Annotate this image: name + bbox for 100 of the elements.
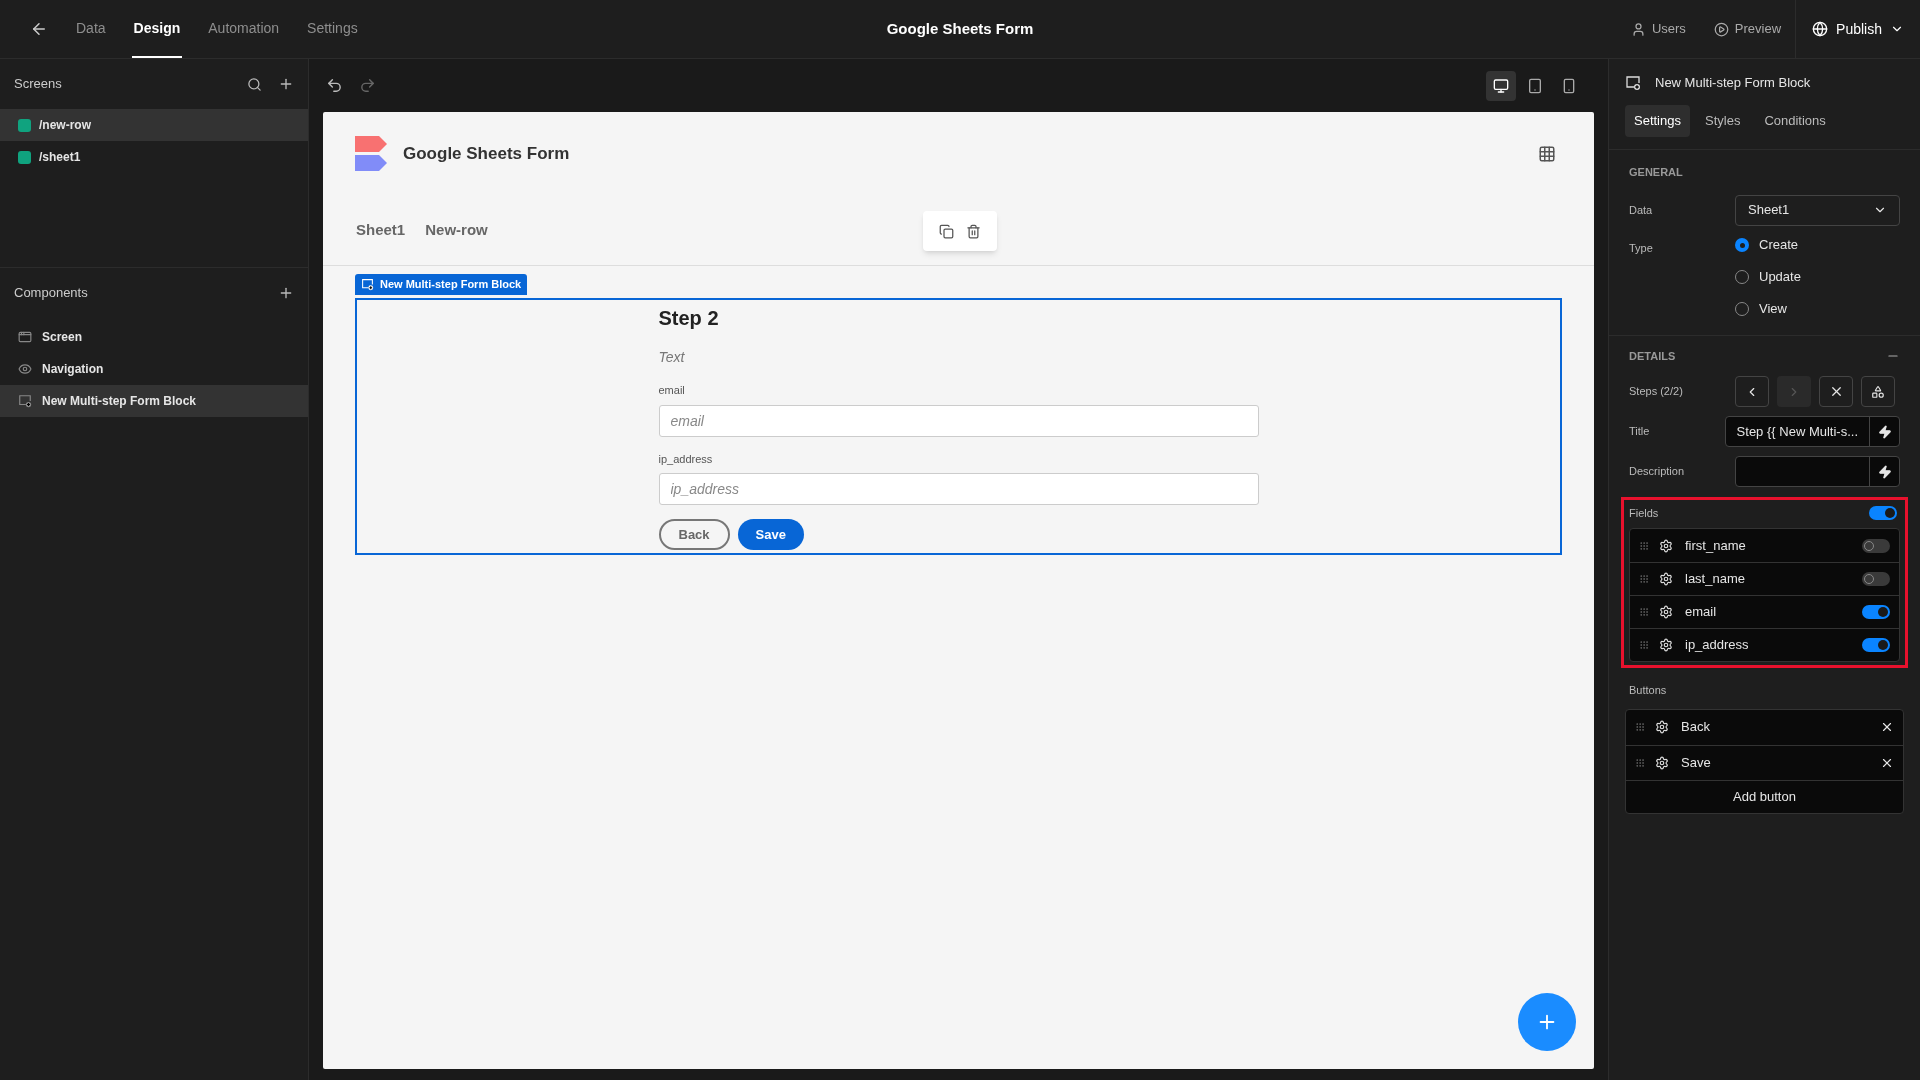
trash-icon[interactable] [966, 223, 981, 239]
toggle-switch[interactable] [1862, 572, 1890, 586]
field-row[interactable]: last_name [1630, 562, 1899, 595]
field-label: Fields [1629, 505, 1659, 521]
form-block-icon [18, 394, 32, 408]
radio-button[interactable] [1735, 238, 1749, 252]
gear-icon[interactable] [1659, 638, 1673, 652]
button-name: Back [1681, 718, 1710, 737]
panel-title: New Multi-step Form Block [1655, 74, 1811, 93]
section-title: Screens [14, 75, 62, 94]
drag-handle-icon[interactable] [1635, 756, 1645, 769]
data-select[interactable]: Sheet1 [1735, 194, 1900, 226]
toggle-switch[interactable] [1862, 605, 1890, 619]
toggle-switch[interactable] [1862, 638, 1890, 652]
undo-icon[interactable] [326, 77, 343, 94]
drag-handle-icon[interactable] [1639, 539, 1649, 552]
play-icon [1713, 21, 1729, 37]
field-label: Buttons [1629, 683, 1668, 698]
field-label: Type [1629, 240, 1654, 256]
section-title: Components [14, 283, 88, 302]
section-heading: DETAILS [1629, 348, 1676, 364]
window-icon [18, 330, 32, 344]
field-name: first_name [1685, 536, 1746, 555]
component-item[interactable]: New Multi-step Form Block [0, 385, 308, 417]
nav-tab[interactable]: Data [74, 0, 108, 58]
nav-tab[interactable]: Automation [206, 0, 282, 58]
screen-marker-icon [18, 118, 31, 132]
nav-tab[interactable]: Settings [305, 0, 360, 58]
form-block[interactable]: Step 2 Text email email ip_address ip_address Back Save [355, 298, 1562, 555]
button-row[interactable]: Save [1626, 744, 1903, 780]
preview-button[interactable]: Preview [1699, 19, 1796, 39]
shapes-icon [1871, 384, 1885, 399]
remove-step-button[interactable] [1819, 376, 1853, 407]
close-icon[interactable] [1880, 720, 1894, 734]
add-icon[interactable] [278, 76, 294, 92]
search-icon[interactable] [247, 76, 262, 92]
back-button[interactable]: Back [658, 519, 730, 550]
nav-link[interactable]: Sheet1 [356, 219, 406, 242]
button-name: Save [1681, 753, 1711, 772]
form-block-icon [1625, 75, 1641, 91]
gear-icon[interactable] [1655, 720, 1669, 734]
form-block-icon [361, 278, 374, 291]
field-row[interactable]: email [1630, 595, 1899, 628]
radio-option[interactable]: View [1735, 297, 1801, 321]
field-row[interactable]: first_name [1630, 529, 1899, 562]
redo-icon[interactable] [359, 77, 376, 94]
user-icon [1630, 21, 1646, 37]
gear-icon[interactable] [1659, 605, 1673, 619]
panel-tab[interactable]: Settings [1625, 105, 1690, 137]
duplicate-icon[interactable] [939, 223, 954, 239]
add-step-button[interactable] [1861, 376, 1895, 407]
gear-icon[interactable] [1655, 755, 1669, 770]
field-row[interactable]: ip_address [1630, 628, 1899, 661]
field-label: Steps (2/2) [1629, 384, 1684, 400]
radio-option[interactable]: Create [1735, 233, 1801, 257]
tablet-icon [1527, 77, 1543, 94]
apps-grid-icon[interactable] [1538, 145, 1556, 163]
component-item[interactable]: Navigation [0, 353, 308, 385]
radio-option[interactable]: Update [1735, 265, 1801, 289]
route-item[interactable]: /sheet1 [0, 141, 308, 173]
text-input[interactable]: ip_address [658, 473, 1259, 505]
field-label: ip_address [658, 451, 714, 467]
drag-handle-icon[interactable] [1639, 606, 1649, 618]
field-label: Title [1629, 424, 1651, 440]
step-description: Text [658, 348, 686, 367]
drag-handle-icon[interactable] [1639, 639, 1649, 651]
gear-icon[interactable] [1659, 572, 1673, 586]
gear-icon[interactable] [1659, 538, 1673, 553]
button-row[interactable]: Back [1626, 709, 1903, 745]
description-field[interactable] [1735, 456, 1900, 487]
globe-icon [1812, 21, 1829, 37]
field-label: Description [1629, 464, 1686, 480]
desktop-icon [1493, 77, 1509, 94]
add-button[interactable]: Add button [1626, 779, 1903, 813]
add-fab[interactable] [1518, 993, 1576, 1051]
field-name: email [1685, 603, 1717, 622]
device-button[interactable] [1486, 70, 1516, 101]
block-label: New Multi-step Form Block [355, 274, 528, 295]
toggle-switch[interactable] [1869, 506, 1897, 520]
nav-link[interactable]: New-row [425, 219, 488, 242]
app-title: Google Sheets Form [886, 18, 1034, 39]
mobile-icon [1561, 77, 1577, 94]
component-item[interactable]: Screen [0, 321, 308, 353]
app-name: Google Sheets Form [403, 143, 570, 166]
publish-button[interactable]: Publish [1795, 0, 1920, 58]
drag-handle-icon[interactable] [1639, 573, 1649, 585]
users-button[interactable]: Users [1616, 19, 1700, 39]
panel-tab[interactable]: Styles [1696, 105, 1750, 137]
route-item[interactable]: /new-row [0, 109, 308, 141]
toggle-switch[interactable] [1862, 538, 1890, 553]
text-input[interactable]: email [658, 404, 1259, 437]
title-field[interactable]: Step {{ New Multi-s... [1724, 416, 1900, 447]
field-label: email [658, 383, 686, 398]
lightning-icon[interactable] [1877, 424, 1892, 439]
step-title: Step 2 [658, 306, 720, 331]
panel-tab[interactable]: Conditions [1755, 105, 1835, 137]
save-button[interactable]: Save [737, 519, 804, 550]
drag-handle-icon[interactable] [1635, 721, 1645, 733]
lightning-icon[interactable] [1877, 464, 1892, 479]
field-name: last_name [1685, 570, 1745, 589]
